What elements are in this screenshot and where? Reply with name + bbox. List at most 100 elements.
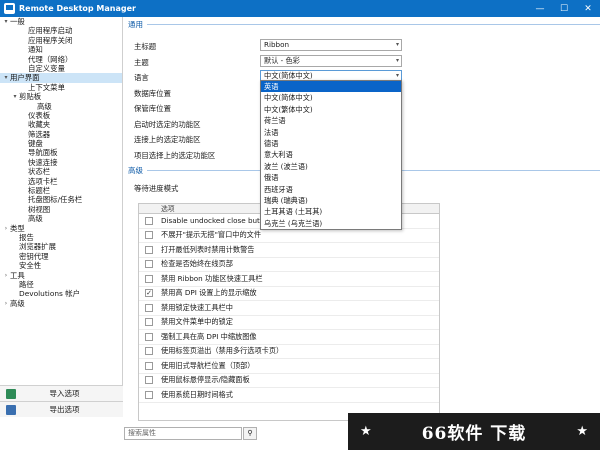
option-checkbox[interactable] — [145, 347, 153, 356]
chevron-down-icon[interactable]: ▾ — [2, 17, 10, 26]
option-checkbox[interactable]: ✓ — [145, 289, 153, 298]
tree-item[interactable]: 应用程序启动 — [0, 26, 122, 35]
language-option[interactable]: 波兰 (波兰语) — [261, 161, 401, 172]
tree-item[interactable]: 键盘 — [0, 139, 122, 148]
language-option[interactable]: 俄语 — [261, 172, 401, 183]
tree-item[interactable]: 快速连接 — [0, 158, 122, 167]
tree-item[interactable]: 安全性 — [0, 261, 122, 270]
tree-item[interactable]: 导航面板 — [0, 148, 122, 157]
tree-item[interactable]: ▾ 剪贴板 — [0, 92, 122, 101]
search-properties-input[interactable]: 搜索属性 — [124, 427, 242, 440]
chevron-down-icon[interactable]: ▾ — [396, 56, 399, 66]
chevron-right-icon[interactable]: › — [2, 224, 10, 233]
table-row[interactable]: 禁用 Ribbon 功能区快速工具栏 — [139, 272, 439, 287]
option-checkbox[interactable] — [145, 274, 153, 283]
table-row[interactable]: 打开最低列表时禁用计数警告 — [139, 243, 439, 258]
option-checkbox[interactable] — [145, 231, 153, 240]
tree-item[interactable]: › 工具 — [0, 271, 122, 280]
main-title-combo[interactable]: Ribbon ▾ — [260, 39, 402, 51]
table-row[interactable]: 不展开"提示无搭"窗口中的文件 — [139, 229, 439, 243]
tree-item-label: 报告 — [19, 232, 34, 242]
minimize-button[interactable]: — — [528, 0, 552, 17]
table-row[interactable]: 强制工具在高 DPI 中缩放图像 — [139, 330, 439, 345]
tree-item-label: 快速连接 — [28, 157, 58, 167]
table-row[interactable]: 使用鼠标悬停显示/隐藏面板 — [139, 374, 439, 388]
language-option[interactable]: 乌克兰 (乌克兰语) — [261, 218, 401, 229]
language-option[interactable]: 中文(简体中文) — [261, 92, 401, 103]
tree-item[interactable]: Devolutions 帐户 — [0, 289, 122, 298]
tree-item-label: 安全性 — [19, 261, 42, 271]
language-option[interactable]: 中文(繁体中文) — [261, 104, 401, 115]
chevron-down-icon[interactable]: ▾ — [2, 73, 10, 82]
tree-item-label: 高级 — [37, 101, 52, 111]
tree-item[interactable]: 自定义变量 — [0, 64, 122, 73]
tree-item[interactable]: 上下文菜单 — [0, 83, 122, 92]
table-row[interactable]: ✓ 禁用高 DPI 设置上的显示缩放 — [139, 287, 439, 301]
binoculars-icon[interactable]: ⚲ — [243, 427, 257, 440]
tree-item[interactable]: ▾ 用户界面 — [0, 73, 122, 83]
tree-item[interactable]: 路径 — [0, 280, 122, 289]
option-checkbox[interactable] — [145, 332, 153, 341]
option-checkbox[interactable] — [145, 303, 153, 312]
table-row[interactable]: 使用标签页溢出（禁用多行选项卡页） — [139, 345, 439, 359]
tree-item[interactable]: 树视图 — [0, 205, 122, 214]
close-button[interactable]: ✕ — [576, 0, 600, 17]
setting-label: 连接上的选定功能区 — [134, 135, 201, 144]
tree-item[interactable]: › 类型 — [0, 224, 122, 233]
option-checkbox[interactable] — [145, 260, 153, 269]
tree-item[interactable]: 代理（网络） — [0, 55, 122, 64]
tree-item[interactable]: 收藏夹 — [0, 120, 122, 129]
language-option[interactable]: 土耳其语 (土耳其) — [261, 206, 401, 217]
language-option[interactable]: 西班牙语 — [261, 184, 401, 195]
import-options-button[interactable]: 导入选项 — [0, 385, 123, 401]
tree-item[interactable]: ▾ 一般 — [0, 17, 122, 26]
tree-item[interactable]: 高级 — [0, 214, 122, 223]
option-label: 禁用 Ribbon 功能区快速工具栏 — [161, 273, 263, 283]
option-label: 禁用文件菜单中的锁定 — [161, 317, 233, 327]
option-checkbox[interactable] — [145, 216, 153, 225]
tree-item[interactable]: 选项卡栏 — [0, 177, 122, 186]
table-row[interactable]: 禁用文件菜单中的锁定 — [139, 316, 439, 330]
chevron-right-icon[interactable]: › — [2, 299, 10, 308]
tree-item[interactable]: › 高级 — [0, 299, 122, 308]
table-row[interactable]: 使用旧式导航栏位置（顶部） — [139, 359, 439, 374]
chevron-down-icon[interactable]: ▾ — [396, 40, 399, 50]
table-row[interactable]: 使用系统日期时间格式 — [139, 388, 439, 403]
language-option[interactable]: 意大利语 — [261, 149, 401, 160]
tree-item[interactable]: 筛选器 — [0, 130, 122, 139]
language-option[interactable]: 荷兰语 — [261, 115, 401, 126]
language-option[interactable]: 英语 — [261, 81, 401, 93]
tree-item[interactable]: 应用程序关闭 — [0, 36, 122, 45]
tree-item[interactable]: 通知 — [0, 45, 122, 54]
option-checkbox[interactable] — [145, 245, 153, 254]
tree-item-label: 密钥代理 — [19, 251, 49, 261]
tree-item[interactable]: 标题栏 — [0, 186, 122, 195]
tree-item-label: 高级 — [10, 298, 25, 308]
table-row[interactable]: 禁用锁定快速工具栏中 — [139, 301, 439, 316]
tree-item[interactable]: 高级 — [0, 102, 122, 111]
language-dropdown-list[interactable]: 英语 中文(简体中文) 中文(繁体中文) 荷兰语 法语 德语 意大利语 波兰 (波兰语) 俄语西… — [260, 80, 402, 231]
option-checkbox[interactable] — [145, 390, 153, 399]
maximize-button[interactable]: ☐ — [552, 0, 576, 17]
tree-item[interactable]: 密钥代理 — [0, 252, 122, 261]
export-options-button[interactable]: 导出选项 — [0, 401, 123, 417]
table-row[interactable]: 检查是否始终在线页部 — [139, 258, 439, 272]
language-option[interactable]: 法语 — [261, 127, 401, 138]
tree-item[interactable]: 托盘图标/任务栏 — [0, 195, 122, 204]
option-checkbox[interactable] — [145, 376, 153, 385]
theme-combo[interactable]: 默认 - 色彩 ▾ — [260, 54, 402, 67]
combo-value: 默认 - 色彩 — [264, 55, 300, 65]
language-option[interactable]: 德语 — [261, 138, 401, 149]
language-option[interactable]: 瑞典 (瑞典语) — [261, 195, 401, 206]
option-checkbox[interactable] — [145, 361, 153, 370]
tree-item[interactable]: 状态栏 — [0, 167, 122, 176]
chevron-right-icon[interactable]: › — [2, 271, 10, 280]
option-label: 检查是否始终在线页部 — [161, 259, 233, 269]
option-checkbox[interactable] — [145, 318, 153, 327]
tree-item[interactable]: 报告 — [0, 233, 122, 242]
tree-item[interactable]: 浏览器扩展 — [0, 242, 122, 251]
options-tree[interactable]: ▾ 一般 应用程序启动 应用程序关闭 通知 代理（网络） 自定义变量 ▾ 用户界面 上下文菜单 ▾ 剪… — [0, 17, 123, 385]
tree-item-label: 标题栏 — [28, 186, 51, 196]
tree-item[interactable]: 仪表板 — [0, 111, 122, 120]
chevron-down-icon[interactable]: ▾ — [11, 92, 19, 101]
